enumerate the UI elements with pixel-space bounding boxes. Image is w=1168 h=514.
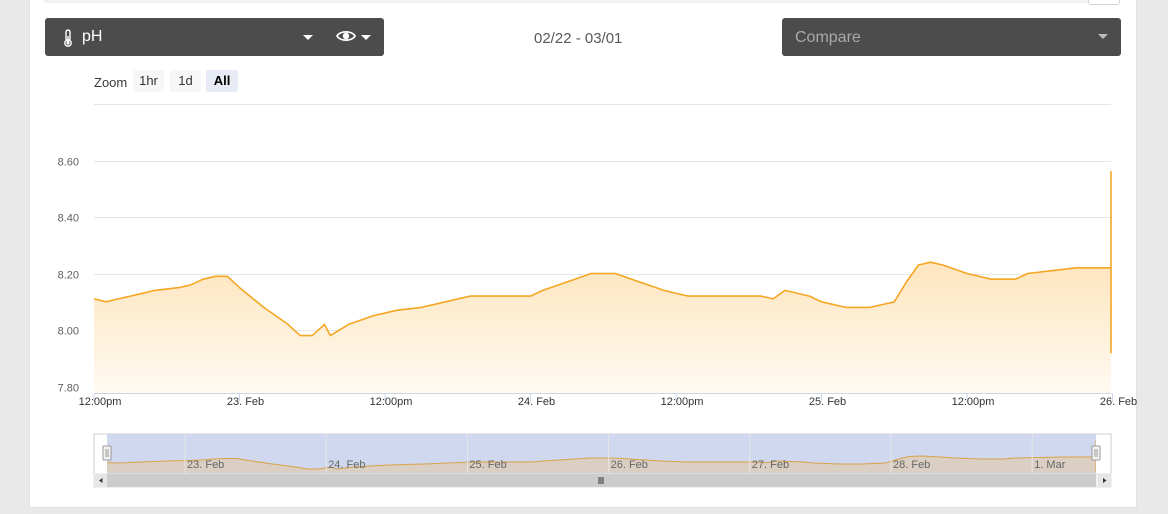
navigator-tick-label: 23. Feb xyxy=(187,459,224,471)
navigator-tick-label: 25. Feb xyxy=(469,459,506,471)
series-area xyxy=(94,171,1111,394)
navigator-tick-label: 1. Mar xyxy=(1034,459,1066,471)
y-tick-label: 8.60 xyxy=(58,157,79,169)
x-tick-label: 25. Feb xyxy=(809,396,846,408)
navigator-handle-right[interactable] xyxy=(1091,445,1101,461)
y-tick-label: 8.20 xyxy=(58,270,79,282)
navigator-tick-label: 28. Feb xyxy=(893,459,930,471)
navigator-tick-label: 24. Feb xyxy=(328,459,365,471)
navigator-tick-label: 26. Feb xyxy=(611,459,648,471)
y-tick-label: 7.80 xyxy=(58,383,79,395)
x-tick-label: 12:00pm xyxy=(661,396,704,408)
y-tick-label: 8.00 xyxy=(58,326,79,338)
x-tick-label: 12:00pm xyxy=(952,396,995,408)
x-tick-label: 12:00pm xyxy=(370,396,413,408)
ph-chart: 7.80 8.00 8.20 8.40 8.60 12:00pm 23. Feb 12:00p… xyxy=(58,104,1137,488)
x-tick-label: 24. Feb xyxy=(518,396,555,408)
navigator-tick-label: 27. Feb xyxy=(752,459,789,471)
x-tick-label: 26. Feb xyxy=(1100,396,1137,408)
x-tick-label: 12:00pm xyxy=(79,396,122,408)
y-tick-label: 8.40 xyxy=(58,213,79,225)
x-tick-label: 23. Feb xyxy=(227,396,264,408)
navigator-handle-left[interactable] xyxy=(102,445,112,461)
